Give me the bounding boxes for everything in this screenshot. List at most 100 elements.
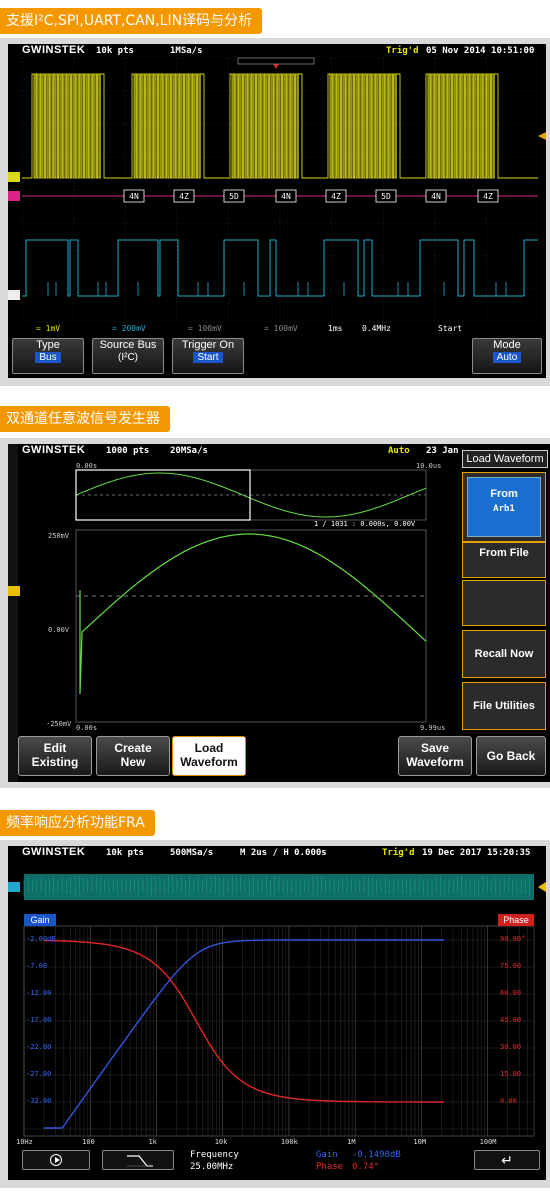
overview-end: 10.0us — [416, 462, 441, 470]
mode-value: Auto — [493, 352, 522, 363]
phase-tick-label: 75.00 — [500, 962, 521, 970]
time-start: 0.00s — [76, 724, 97, 732]
gain-tick-label: -22.00 — [26, 1043, 51, 1051]
decode-label: 4Z — [483, 192, 493, 201]
bus-marker — [8, 191, 20, 201]
create-new-button[interactable]: Create New — [96, 736, 170, 776]
frequency-value: 25.00MHz — [190, 1162, 233, 1172]
save-waveform-button[interactable]: Save Waveform — [398, 736, 472, 776]
save-line1: Save — [399, 741, 471, 755]
ch2-data-trace — [22, 240, 538, 296]
source-bus-button[interactable]: Source Bus (I²C) — [92, 338, 164, 374]
decode-label: 4N — [281, 192, 291, 201]
ch2-scale: = 200mV — [112, 324, 146, 333]
main-frame — [76, 530, 426, 722]
type-button[interactable]: Type Bus — [12, 338, 84, 374]
voltage-bottom: -250mV — [46, 720, 71, 728]
freq-tick-label: 100 — [82, 1138, 95, 1146]
load-line1: Load — [173, 741, 245, 755]
freq-tick-label: 100M — [480, 1138, 497, 1146]
trigger-level-marker — [538, 132, 546, 140]
arb1-value: Arb1 — [468, 504, 540, 514]
phase-tick-label: 90.00° — [500, 935, 525, 943]
scope1-screen: GWINSTEK 10k pts 1MSa/s Trig'd 05 Nov 20… — [8, 44, 546, 378]
recall-now-button[interactable]: Recall Now — [462, 630, 546, 678]
create-line1: Create — [97, 741, 169, 755]
from-file-button[interactable]: From File — [462, 542, 546, 578]
ch2-marker — [8, 882, 20, 892]
phase-tick-label: 30.00 — [500, 1043, 521, 1051]
gain-tick-label: -12.00 — [26, 989, 51, 997]
phase-readout-value: 0.74° — [352, 1162, 379, 1172]
voltage-mid: 0.00V — [48, 626, 69, 634]
file-utilities-button[interactable]: File Utilities — [462, 682, 546, 730]
overview-start: 0.00s — [76, 462, 97, 470]
mode-button[interactable]: Mode Auto — [472, 338, 542, 374]
edit-line1: Edit — [19, 741, 91, 755]
trigger-level-marker — [538, 882, 546, 892]
decode-label: 4N — [129, 192, 139, 201]
edit-line2: Existing — [19, 755, 91, 769]
from-label: From — [468, 488, 540, 500]
ch1-marker — [8, 586, 20, 596]
phase-tick-label: 60.00 — [500, 989, 521, 997]
phase-tick-label: 15.00 — [500, 1070, 521, 1078]
fra-bode-plot — [8, 846, 546, 1180]
ch3-scale: = 100mV — [188, 324, 222, 333]
play-icon — [50, 1154, 62, 1166]
edit-existing-button[interactable]: Edit Existing — [18, 736, 92, 776]
gain-tick-label: -17.00 — [26, 1016, 51, 1024]
section1-title: 支援I²C,SPI,UART,CAN,LIN译码与分析 — [0, 8, 262, 34]
gain-tick-label: -32.00 — [26, 1097, 51, 1105]
section2-title: 双通道任意波信号发生器 — [0, 406, 170, 432]
freq-tick-label: 100k — [281, 1138, 298, 1146]
phase-axis-label: Phase — [498, 914, 534, 926]
section2-panel: GWINSTEK 1000 pts 20MSa/s Auto 23 Jan 0.… — [0, 438, 550, 788]
decode-label: 5D — [229, 192, 239, 201]
gain-readout-label: Gain — [316, 1150, 338, 1160]
run-button[interactable] — [22, 1150, 90, 1170]
ch2-marker — [8, 290, 20, 300]
scope2-screen: GWINSTEK 1000 pts 20MSa/s Auto 23 Jan 0.… — [8, 444, 550, 782]
return-button[interactable]: ↵ — [474, 1150, 540, 1170]
decode-label: 4Z — [331, 192, 341, 201]
from-arb1-button[interactable]: From Arb1 — [462, 472, 546, 542]
create-line2: New — [97, 755, 169, 769]
ch1-marker — [8, 172, 20, 182]
voltage-top: 250mV — [48, 532, 69, 540]
load-waveform-button[interactable]: Load Waveform — [172, 736, 246, 776]
gain-tick-label: -7.00 — [26, 962, 47, 970]
decode-label: 4Z — [179, 192, 189, 201]
cursor-readout: 1 / 1031 : 0.000s, 0.00V — [314, 520, 415, 528]
trigger-on-label: Trigger On — [173, 339, 243, 351]
empty-side-button[interactable] — [462, 580, 546, 626]
mode-label: Mode — [473, 339, 541, 351]
type-label: Type — [13, 339, 83, 351]
from-arb1-inner: From Arb1 — [467, 477, 541, 537]
gain-tick-label: -27.00 — [26, 1070, 51, 1078]
memory-bar — [238, 58, 314, 64]
scope3-screen: GWINSTEK 10k pts 500MSa/s M 2us / H 0.00… — [8, 846, 546, 1180]
freq-tick-label: 1M — [347, 1138, 355, 1146]
decode-label: 4N — [431, 192, 441, 201]
save-line2: Waveform — [399, 755, 471, 769]
source-bus-label: Source Bus — [93, 339, 163, 351]
section1-panel: GWINSTEK 10k pts 1MSa/s Trig'd 05 Nov 20… — [0, 38, 550, 386]
frequency-label: Frequency — [190, 1150, 239, 1160]
gain-tick-label: -2.00dB — [26, 935, 56, 943]
freq-tick-label: 10k — [215, 1138, 228, 1146]
lowpass-icon — [103, 1151, 175, 1171]
bode-mode-button[interactable] — [102, 1150, 174, 1170]
source-bus-value: (I²C) — [114, 352, 142, 363]
ch1-clock-trace — [22, 74, 538, 178]
go-back-button[interactable]: Go Back — [476, 736, 546, 776]
section3-panel: GWINSTEK 10k pts 500MSa/s M 2us / H 0.00… — [0, 840, 550, 1188]
section3-title: 频率响应分析功能FRA — [0, 810, 155, 836]
trigger-position-marker — [273, 64, 279, 69]
phase-tick-label: 0.00 — [500, 1097, 517, 1105]
plot-frame — [24, 926, 534, 1136]
freq-tick-label: 10Hz — [16, 1138, 33, 1146]
trigger-on-button[interactable]: Trigger On Start — [172, 338, 244, 374]
trigger-freq: 0.4MHz — [362, 324, 391, 333]
freq-tick-label: 10M — [413, 1138, 426, 1146]
